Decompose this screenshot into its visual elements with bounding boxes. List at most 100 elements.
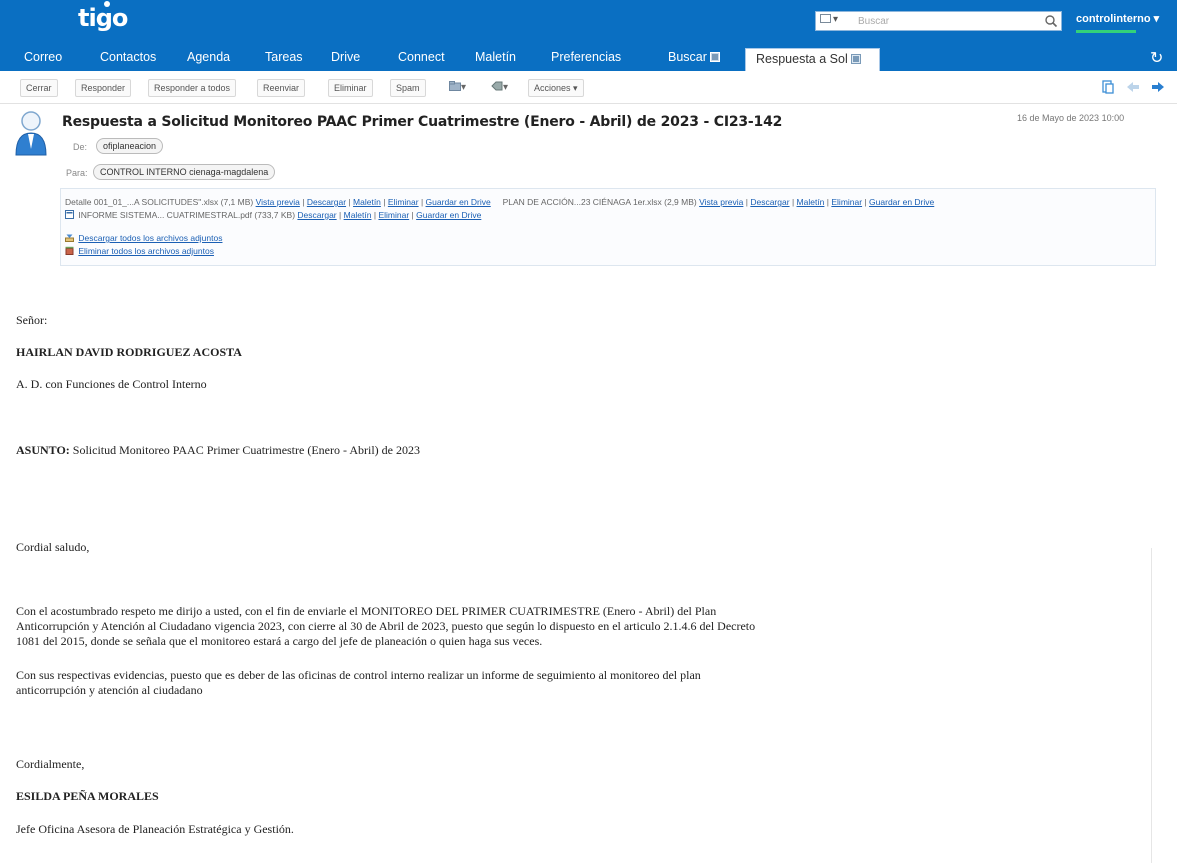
body-asunto: ASUNTO: Solicitud Monitoreo PAAC Primer … (16, 443, 420, 458)
attachment-row: INFORME SISTEMA... CUATRIMESTRAL.pdf (73… (65, 210, 481, 220)
pdf-file-icon (65, 210, 74, 219)
delete-link[interactable]: Eliminar (388, 197, 419, 207)
user-menu[interactable]: controlinterno ▾ (1076, 12, 1159, 25)
to-label: Para: (66, 168, 88, 178)
reply-all-button[interactable]: Responder a todos (148, 79, 237, 97)
tab-current-label: Respuesta a Sol (756, 52, 848, 66)
download-icon (65, 234, 74, 242)
search-type-selector[interactable]: ▾ (820, 14, 838, 25)
print-icon[interactable] (1101, 80, 1115, 94)
body-paragraph-1-line-1: Con el acostumbrado respeto me dirijo a … (16, 604, 717, 618)
tab-connect[interactable]: Connect (398, 50, 445, 64)
folder-icon (449, 81, 461, 91)
delete-button[interactable]: Eliminar (328, 79, 373, 97)
body-paragraph-1-line-3: 1081 del 2015, donde se señala que el mo… (16, 634, 543, 648)
briefcase-link[interactable]: Maletín (797, 197, 825, 207)
top-bar: tigo ▾ controlinterno ▾ (0, 0, 1177, 45)
download-link[interactable]: Descargar (307, 197, 346, 207)
delete-link[interactable]: Eliminar (831, 197, 862, 207)
separator: | (791, 197, 795, 207)
tab-agenda[interactable]: Agenda (187, 50, 230, 64)
body-sender-role: Jefe Oficina Asesora de Planeación Estra… (16, 822, 294, 836)
tab-correo[interactable]: Correo (24, 50, 62, 64)
separator: | (826, 197, 829, 207)
spam-button[interactable]: Spam (390, 79, 426, 97)
delete-link[interactable]: Eliminar (378, 210, 409, 220)
app-tab-bar: Correo Contactos Agenda Tareas Drive Con… (0, 45, 1177, 71)
message-toolbar: Cerrar Responder Responder a todos Reenv… (0, 72, 1177, 104)
tab-buscar[interactable]: Buscar (668, 50, 720, 64)
logo-dot (104, 1, 110, 7)
briefcase-link[interactable]: Maletín (353, 197, 381, 207)
sender-avatar (15, 111, 47, 156)
separator: | (302, 197, 305, 207)
from-label: De: (73, 142, 88, 152)
separator: | (383, 197, 386, 207)
actions-menu-button[interactable]: Acciones ▾ (528, 79, 584, 97)
attachment-name[interactable]: Detalle 001_01_...A SOLICITUDES".xlsx (65, 197, 218, 207)
folder-caret: ▾ (461, 82, 467, 93)
asunto-label: ASUNTO: (16, 443, 70, 457)
mail-icon (820, 14, 831, 23)
sender-chip[interactable]: ofiplaneacion (96, 138, 164, 154)
save-drive-link[interactable]: Guardar en Drive (869, 197, 934, 207)
separator: | (348, 197, 351, 207)
delete-icon (65, 246, 74, 255)
save-drive-link[interactable]: Guardar en Drive (426, 197, 491, 207)
close-icon[interactable] (709, 52, 720, 62)
body-recipient-name: HAIRLAN DAVID RODRIGUEZ ACOSTA (16, 345, 242, 359)
reply-button[interactable]: Responder (75, 79, 132, 97)
download-link[interactable]: Descargar (750, 197, 789, 207)
body-salutation: Cordial saludo, (16, 540, 90, 554)
attachment-name[interactable]: INFORME SISTEMA... CUATRIMESTRAL.pdf (78, 210, 252, 220)
download-link[interactable]: Descargar (297, 210, 336, 220)
tab-tareas[interactable]: Tareas (265, 50, 303, 64)
search-input[interactable] (858, 13, 1038, 29)
separator: | (411, 210, 414, 220)
tigo-logo[interactable]: tigo (78, 4, 128, 32)
separator: | (420, 197, 424, 207)
save-drive-link[interactable]: Guardar en Drive (416, 210, 481, 220)
tag-caret: ▾ (503, 82, 509, 93)
recipient-chip[interactable]: CONTROL INTERNO cienaga-magdalena (93, 164, 276, 180)
tab-current-message[interactable]: Respuesta a Sol (745, 48, 880, 71)
tab-drive[interactable]: Drive (331, 50, 360, 64)
tag-button[interactable]: ▾ (488, 79, 511, 97)
tab-contactos[interactable]: Contactos (100, 50, 156, 64)
attachment-name[interactable]: PLAN DE ACCIÓN...23 CIÉNAGA 1er.xlsx (503, 197, 662, 207)
next-arrow-icon[interactable] (1151, 80, 1165, 94)
separator: | (339, 210, 342, 220)
body-paragraph-2-line-1: Con sus respectivas evidencias, puesto q… (16, 668, 701, 682)
body-divider (1151, 548, 1152, 863)
separator: | (373, 210, 377, 220)
briefcase-link[interactable]: Maletín (344, 210, 372, 220)
body-paragraph-1-line-2: Anticorrupción y Atención al Ciudadano v… (16, 619, 756, 633)
refresh-icon[interactable]: ↻ (1150, 48, 1163, 68)
close-icon[interactable] (850, 54, 861, 64)
tab-preferencias[interactable]: Preferencias (551, 50, 621, 64)
download-all-row: Descargar todos los archivos adjuntos (65, 233, 222, 243)
attachment-size: (733,7 KB) (254, 210, 296, 220)
preview-link[interactable]: Vista previa (699, 197, 743, 207)
close-button[interactable]: Cerrar (20, 79, 58, 97)
forward-button[interactable]: Reenviar (257, 79, 306, 97)
body-paragraph-2-line-2: anticorrupción y atención al ciudadano (16, 683, 203, 697)
body-greeting: Señor: (16, 313, 48, 327)
attachment-size: (7,1 MB) (220, 197, 254, 207)
attachments-panel: Detalle 001_01_...A SOLICITUDES".xlsx (7… (60, 188, 1156, 266)
tab-maletin[interactable]: Maletín (475, 50, 516, 64)
attachment-size: (2,9 MB) (664, 197, 697, 207)
tab-buscar-label: Buscar (668, 50, 707, 64)
previous-arrow-icon[interactable] (1126, 80, 1140, 94)
user-status-bar (1076, 30, 1136, 33)
preview-link[interactable]: Vista previa (256, 197, 300, 207)
download-all-link[interactable]: Descargar todos los archivos adjuntos (78, 233, 222, 243)
delete-all-link[interactable]: Eliminar todos los archivos adjuntos (78, 246, 214, 256)
search-box: ▾ (815, 11, 1062, 31)
body-closing: Cordialmente, (16, 757, 85, 771)
search-icon[interactable] (1044, 14, 1058, 28)
attachment-row: Detalle 001_01_...A SOLICITUDES".xlsx (7… (65, 197, 934, 207)
message-date: 16 de Mayo de 2023 10:00 (1017, 113, 1125, 123)
move-folder-button[interactable]: ▾ (446, 79, 469, 97)
body-sender-name: ESILDA PEÑA MORALES (16, 789, 159, 803)
